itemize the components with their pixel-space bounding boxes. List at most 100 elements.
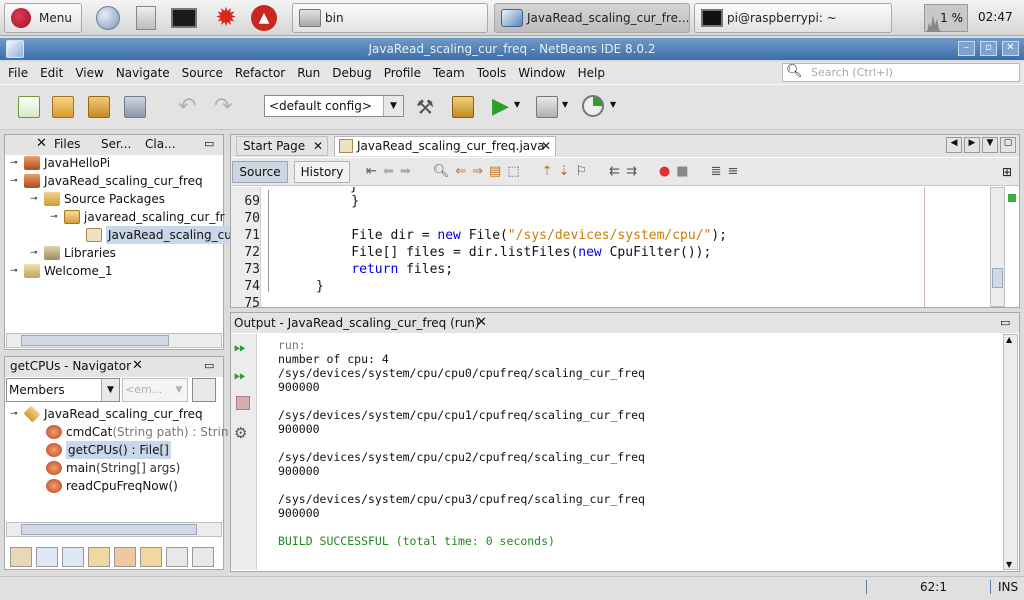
filter-class-icon[interactable] <box>140 547 162 567</box>
navigator-method-main[interactable]: main (String[] args) <box>46 459 180 477</box>
close-navigator-icon[interactable]: ✕ <box>132 358 143 373</box>
debug-icon[interactable] <box>536 96 558 118</box>
search-input[interactable]: Search (Ctrl+I) <box>782 63 1020 82</box>
start-menu-button[interactable]: Menu <box>4 3 82 33</box>
menu-run[interactable]: Run <box>291 66 326 80</box>
run-dropdown-icon[interactable]: ▼ <box>514 100 520 109</box>
navigator-settings-icon[interactable] <box>192 378 216 402</box>
tab-right-icon[interactable]: ▶ <box>964 137 980 153</box>
task-terminal[interactable]: pi@raspberrypi: ~ <box>694 3 892 33</box>
toggle-bookmark-icon[interactable]: ⚐ <box>575 164 587 179</box>
scroll-up-icon[interactable]: ▲ <box>1006 335 1012 344</box>
navigator-title[interactable]: getCPUs - Navigator <box>10 359 131 373</box>
tree-libraries[interactable]: ⊸ Libraries <box>30 244 116 262</box>
navigator-method-cmdcat[interactable]: cmdCat (String path) : Strin <box>46 423 228 441</box>
toggle-highlight-icon[interactable]: ▤ <box>489 164 501 179</box>
menu-edit[interactable]: Edit <box>34 66 69 80</box>
project-welcome[interactable]: ⊸ Welcome_1 <box>10 262 113 280</box>
menu-file[interactable]: File <box>2 66 34 80</box>
tab-left-icon[interactable]: ◀ <box>946 137 962 153</box>
file-manager-launcher[interactable] <box>130 3 162 33</box>
tab-files[interactable]: Files <box>54 137 80 151</box>
output-vscrollbar[interactable]: ▲ ▼ <box>1003 334 1018 570</box>
forward-icon[interactable]: ➡ <box>400 164 411 179</box>
menu-tools[interactable]: Tools <box>471 66 513 80</box>
shift-left-icon[interactable]: ⇇ <box>609 164 620 179</box>
find-prev-icon[interactable]: ⇐ <box>455 164 466 179</box>
shift-right-icon[interactable]: ⇉ <box>626 164 637 179</box>
menu-help[interactable]: Help <box>572 66 611 80</box>
members-select[interactable]: Members ▼ <box>6 378 120 402</box>
redo-icon[interactable]: ↷ <box>214 94 232 119</box>
tab-classes[interactable]: Cla... <box>145 137 176 151</box>
window-title-bar[interactable]: JavaRead_scaling_cur_freq - NetBeans IDE… <box>0 38 1024 60</box>
tab-java-file[interactable]: JavaRead_scaling_cur_freq.java ✕ <box>334 136 556 156</box>
back-icon[interactable]: ⬅ <box>383 164 394 179</box>
sort-source-icon[interactable] <box>192 547 214 567</box>
debug-dropdown-icon[interactable]: ▼ <box>562 100 568 109</box>
source-tab[interactable]: Source <box>232 161 288 183</box>
navigator-method-readcpu[interactable]: readCpuFreqNow() <box>46 477 178 495</box>
app-icon[interactable] <box>6 40 24 58</box>
run-icon[interactable]: ▶ <box>492 94 509 119</box>
minimize-panel-icon[interactable]: ▭ <box>204 359 214 372</box>
minimize-output-icon[interactable]: ▭ <box>1000 316 1010 329</box>
output-console[interactable]: run: number of cpu: 4 /sys/devices/syste… <box>230 338 990 568</box>
comment-icon[interactable]: ≣ <box>711 164 722 179</box>
code-area[interactable]: } 69 } 70 71 File dir = new File("/sys/d… <box>232 187 992 307</box>
filter-fields-icon[interactable] <box>10 547 32 567</box>
cpu-monitor[interactable]: 1 % <box>924 4 968 32</box>
close-output-icon[interactable]: ✕ <box>476 315 487 330</box>
menu-refactor[interactable]: Refactor <box>229 66 291 80</box>
navigator-hscrollbar[interactable] <box>6 522 222 537</box>
close-projects-icon[interactable]: ✕ <box>36 136 47 151</box>
find-next-icon[interactable]: ⇒ <box>472 164 483 179</box>
task-bin[interactable]: bin <box>292 3 488 33</box>
maximize-editor-icon[interactable]: ▢ <box>1000 137 1016 153</box>
minimize-button[interactable]: – <box>958 41 975 56</box>
close-tab-icon[interactable]: ✕ <box>313 137 323 155</box>
tree-source-packages[interactable]: ⊸ Source Packages <box>30 190 165 208</box>
rect-select-icon[interactable]: ⬚ <box>507 164 519 179</box>
clean-build-icon[interactable] <box>452 96 474 118</box>
menu-debug[interactable]: Debug <box>326 66 377 80</box>
uncomment-icon[interactable]: ≡ <box>727 164 738 179</box>
menu-source[interactable]: Source <box>176 66 229 80</box>
clock[interactable]: 02:47 <box>978 10 1013 24</box>
tab-services[interactable]: Ser... <box>101 137 131 151</box>
tab-list-icon[interactable]: ▼ <box>982 137 998 153</box>
split-editor-icon[interactable]: ⊞ <box>1002 165 1012 179</box>
next-bookmark-icon[interactable]: ⇣ <box>559 164 570 179</box>
filter-select[interactable]: <em... ▼ <box>122 378 188 402</box>
math-launcher[interactable]: ✹ <box>210 3 242 33</box>
history-tab[interactable]: History <box>294 161 350 183</box>
project-javaread[interactable]: ⊸ JavaRead_scaling_cur_freq <box>10 172 203 190</box>
terminal-launcher[interactable] <box>168 3 200 33</box>
find-icon[interactable]: 🔍︎ <box>433 164 450 179</box>
save-all-icon[interactable] <box>124 96 146 118</box>
new-file-icon[interactable] <box>18 96 40 118</box>
filter-inherited-icon[interactable] <box>114 547 136 567</box>
minimize-panel-icon[interactable]: ▭ <box>204 137 214 150</box>
stop-macro-icon[interactable]: ■ <box>676 164 688 179</box>
prev-bookmark-icon[interactable]: ⇡ <box>542 164 553 179</box>
config-select[interactable]: <default config> ▼ <box>264 95 404 117</box>
new-project-icon[interactable] <box>52 96 74 118</box>
last-edit-icon[interactable]: ⇤ <box>366 164 377 179</box>
filter-lock-icon[interactable] <box>88 547 110 567</box>
browser-launcher[interactable] <box>92 3 124 33</box>
maximize-button[interactable]: ▫ <box>980 41 997 56</box>
output-title[interactable]: Output - JavaRead_scaling_cur_freq (run) <box>234 316 480 330</box>
undo-icon[interactable]: ↶ <box>178 94 196 119</box>
menu-profile[interactable]: Profile <box>378 66 427 80</box>
tree-package[interactable]: ⊸ javaread_scaling_cur_fr <box>50 208 225 226</box>
close-tab-icon[interactable]: ✕ <box>541 137 551 155</box>
navigator-class[interactable]: ⊸ JavaRead_scaling_cur_freq <box>10 405 203 423</box>
start-macro-icon[interactable]: ● <box>659 164 670 179</box>
insert-mode[interactable]: INS <box>998 580 1018 594</box>
open-project-icon[interactable] <box>88 96 110 118</box>
scroll-down-icon[interactable]: ▼ <box>1006 560 1012 569</box>
tab-start-page[interactable]: Start Page ✕ <box>236 136 328 156</box>
tree-java-file[interactable]: JavaRead_scaling_cu <box>86 226 234 244</box>
navigator-method-getcpus[interactable]: getCPUs() : File[] <box>46 441 171 459</box>
